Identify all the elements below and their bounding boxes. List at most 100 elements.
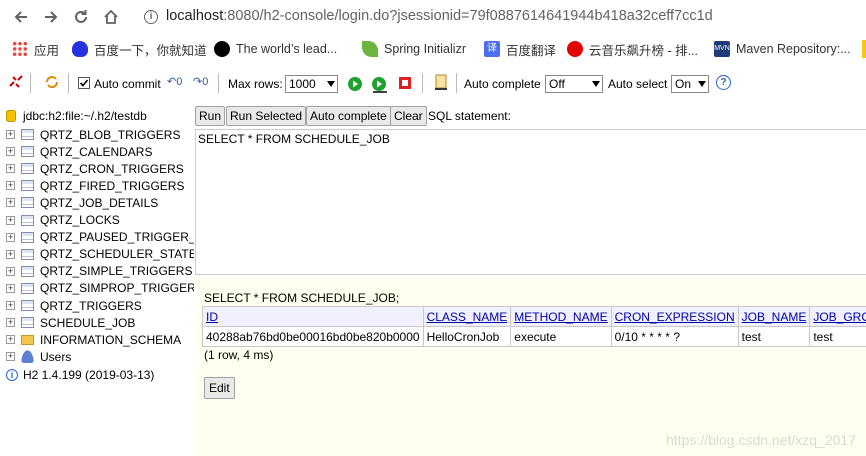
forward-arrow-icon[interactable] [40, 6, 62, 28]
apps-grid-icon [12, 41, 28, 57]
tree-node-table[interactable]: + QRTZ_CRON_TRIGGERS [6, 160, 184, 177]
tree-node-table[interactable]: + QRTZ_TRIGGERS [6, 297, 142, 314]
run-selected-button[interactable]: Run Selected [226, 106, 307, 126]
tree-node-information-schema[interactable]: + INFORMATION_SCHEMA [6, 331, 181, 348]
bookmark-maven[interactable]: MVN Maven Repository:... [714, 40, 851, 58]
table-name: QRTZ_JOB_DETAILS [40, 195, 159, 210]
table-cell[interactable]: 40288ab76bd0be00016bd0be820b0000 [202, 326, 424, 347]
h2-toolbar: Auto commit ↶0 ↷0 Max rows: 1000 Auto co… [0, 64, 866, 102]
rollback-icon[interactable]: ↶0 [167, 73, 183, 91]
tree-node-table[interactable]: + QRTZ_CALENDARS [6, 143, 152, 160]
result-table: ID CLASS_NAME METHOD_NAME CRON_EXPRESSION JO… [202, 306, 866, 347]
auto-select-select[interactable]: On [671, 75, 709, 93]
bookmark-baidu-translate[interactable]: 译 百度翻译 [484, 40, 556, 58]
table-cell[interactable]: 0/10 * * * * ? [610, 326, 739, 347]
commit-icon[interactable]: ↷0 [193, 73, 209, 91]
tree-node-table[interactable]: + QRTZ_BLOB_TRIGGERS [6, 126, 180, 143]
column-header[interactable]: ID [202, 306, 424, 327]
expand-icon[interactable]: + [6, 164, 15, 174]
bookmark-apps[interactable]: 应用 [12, 40, 59, 58]
auto-complete-select[interactable]: Off [545, 75, 603, 93]
tree-node-table[interactable]: + QRTZ_LOCKS [6, 212, 120, 229]
run-button[interactable]: Run [195, 106, 226, 126]
info-icon: i [6, 368, 18, 381]
table-icon [21, 300, 34, 311]
results-panel: SELECT * FROM SCHEDULE_JOB; ID CLASS_NAME… [195, 277, 866, 456]
table-icon [21, 146, 34, 158]
more-bookmarks-folder-icon[interactable] [862, 40, 866, 58]
run-selected-icon[interactable] [371, 76, 389, 94]
back-arrow-icon[interactable] [10, 6, 32, 28]
url-text[interactable]: localhost:8080/h2-console/login.do?jsess… [166, 8, 713, 24]
table-name: QRTZ_TRIGGERS [40, 298, 142, 313]
connection-node[interactable]: jdbc:h2:file:~/.h2/testdb [6, 107, 147, 124]
translate-icon: 译 [484, 41, 500, 57]
bookmark-github[interactable]: The world’s lead... [214, 40, 337, 58]
result-statement: SELECT * FROM SCHEDULE_JOB; [204, 291, 400, 305]
expand-icon[interactable]: + [6, 266, 15, 276]
history-icon[interactable] [432, 73, 450, 93]
help-icon[interactable]: ? [716, 75, 731, 90]
table-icon [21, 163, 34, 175]
disconnect-icon[interactable] [8, 74, 24, 90]
tree-node-table[interactable]: + QRTZ_SIMPLE_TRIGGERS [6, 263, 192, 280]
expand-icon[interactable]: + [6, 249, 15, 259]
expand-icon[interactable]: + [6, 147, 15, 157]
reload-icon[interactable] [70, 6, 92, 28]
tree-node-table[interactable]: + QRTZ_JOB_DETAILS [6, 194, 158, 211]
max-rows-select[interactable]: 1000 [285, 75, 338, 93]
edit-button[interactable]: Edit [204, 377, 235, 399]
table-icon [21, 231, 34, 243]
table-cell[interactable]: test [737, 326, 811, 347]
table-name: SCHEDULE_JOB [40, 315, 136, 330]
tree-node-table[interactable]: + QRTZ_FIRED_TRIGGERS [6, 177, 184, 194]
auto-complete-button[interactable]: Auto complete [306, 106, 391, 126]
expand-icon[interactable]: + [6, 181, 15, 191]
refresh-icon[interactable] [44, 74, 60, 90]
column-header[interactable]: JOB_NAME [737, 306, 811, 327]
table-row: 40288ab76bd0be00016bd0be820b0000 HelloCro… [202, 326, 866, 347]
home-icon[interactable] [100, 6, 122, 28]
tree-node-table[interactable]: + SCHEDULE_JOB [6, 314, 135, 331]
table-cell[interactable]: execute [510, 326, 612, 347]
row-count-info: (1 row, 4 ms) [204, 348, 274, 362]
database-icon [6, 109, 16, 122]
tree-node-table[interactable]: + QRTZ_SIMPROP_TRIGGER [6, 280, 194, 297]
sql-editor[interactable]: SELECT * FROM SCHEDULE_JOB [195, 129, 866, 275]
table-cell[interactable]: HelloCronJob [422, 326, 512, 347]
site-info-icon[interactable]: i [144, 10, 158, 24]
bookmark-netease-music[interactable]: 云音乐飙升榜 - 排... [567, 40, 698, 58]
svg-text:↷0: ↷0 [193, 76, 208, 88]
column-header[interactable]: CRON_EXPRESSION [610, 306, 739, 327]
clear-button[interactable]: Clear [390, 106, 427, 126]
tree-node-table[interactable]: + QRTZ_PAUSED_TRIGGER_ [6, 229, 194, 246]
expand-icon[interactable]: + [6, 352, 15, 361]
auto-commit-label: Auto commit [94, 77, 161, 91]
watermark: https://blog.csdn.net/xzq_2017 [666, 432, 856, 448]
bookmark-spring-initializr[interactable]: Spring Initializr [362, 40, 466, 58]
column-header[interactable]: JOB_GROU [809, 306, 866, 327]
table-cell[interactable]: test [809, 326, 866, 347]
run-icon[interactable] [347, 76, 363, 92]
table-name: QRTZ_SIMPROP_TRIGGER [40, 281, 194, 296]
expand-icon[interactable]: + [6, 198, 15, 208]
tree-node-users[interactable]: + Users [6, 348, 71, 365]
table-name: QRTZ_CRON_TRIGGERS [40, 161, 184, 176]
github-icon [214, 41, 230, 57]
expand-icon[interactable]: + [6, 215, 15, 225]
tree-node-table[interactable]: + QRTZ_SCHEDULER_STATE [6, 246, 194, 263]
expand-icon[interactable]: + [6, 130, 15, 139]
auto-commit-checkbox[interactable] [78, 77, 90, 89]
expand-icon[interactable]: + [6, 318, 15, 328]
bookmark-baidu[interactable]: 百度一下，你就知道 [72, 40, 207, 58]
expand-icon[interactable]: + [6, 301, 15, 310]
column-header[interactable]: METHOD_NAME [510, 306, 612, 327]
expand-icon[interactable]: + [6, 335, 15, 344]
expand-icon[interactable]: + [6, 283, 15, 293]
auto-select-label: Auto select [608, 77, 668, 91]
expand-icon[interactable]: + [6, 232, 15, 242]
stop-icon[interactable] [398, 76, 412, 90]
column-header[interactable]: CLASS_NAME [422, 306, 512, 327]
users-icon [21, 350, 34, 363]
svg-text:↶0: ↶0 [167, 76, 182, 88]
